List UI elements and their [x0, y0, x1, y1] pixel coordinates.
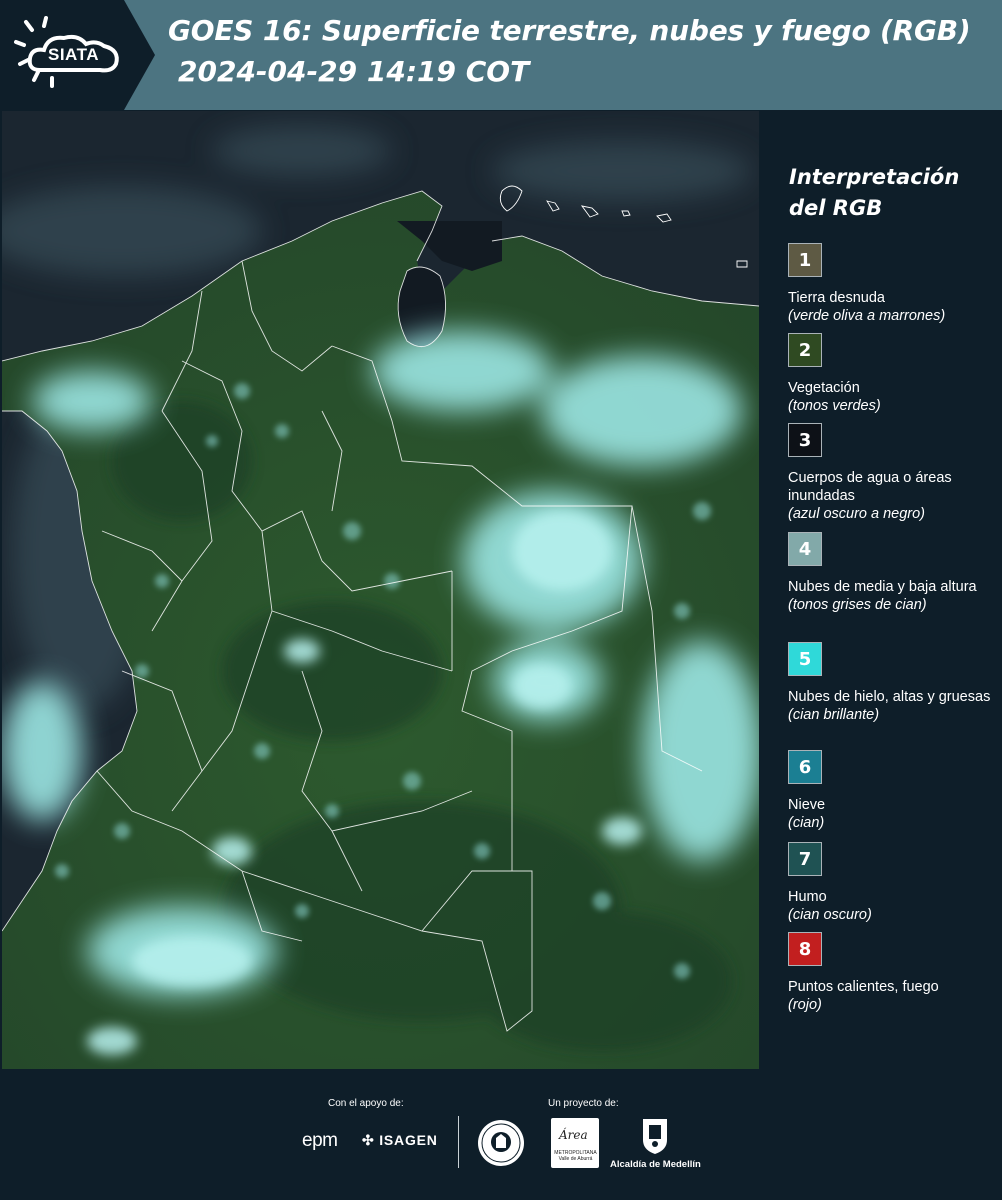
legend-note: (cian brillante) — [788, 707, 880, 723]
legend-label: Nubes de media y baja altura — [788, 579, 977, 595]
legend-swatch: 4 — [788, 532, 822, 566]
footer-sponsors: Con el apoyo de: Un proyecto de: epm ✣ I… — [0, 1070, 1002, 1200]
epm-logo[interactable]: epm — [302, 1130, 338, 1152]
footer-divider — [458, 1116, 459, 1168]
project-label: Un proyecto de: — [548, 1098, 619, 1109]
legend-title: Interpretación del RGB — [789, 165, 960, 220]
area-word: Área — [559, 1128, 588, 1142]
legend-item-3: 3 Cuerpos de agua o áreas inundadas (azu… — [788, 423, 998, 523]
support-label: Con el apoyo de: — [328, 1098, 404, 1109]
legend-item-6: 6 Nieve (cian) — [788, 750, 998, 832]
legend-item-5: 5 Nubes de hielo, altas y gruesas (cian … — [788, 642, 998, 724]
page-timestamp: 2024-04-29 14:19 COT — [178, 55, 530, 88]
satellite-map — [2, 111, 759, 1069]
rgb-legend: Interpretación del RGB 1 Tierra desnuda … — [775, 110, 1002, 1070]
alcaldia-text: Alcaldía de Medellín — [610, 1159, 701, 1170]
alcaldia-shield-icon[interactable] — [640, 1116, 670, 1156]
legend-note: (tonos grises de cian) — [788, 597, 927, 613]
legend-note: (rojo) — [788, 997, 822, 1013]
legend-note: (cian oscuro) — [788, 907, 872, 923]
isagen-text: ISAGEN — [379, 1132, 438, 1148]
legend-swatch: 1 — [788, 243, 822, 277]
legend-swatch: 6 — [788, 750, 822, 784]
legend-item-8: 8 Puntos calientes, fuego (rojo) — [788, 932, 998, 1014]
siata-logo[interactable]: SIATA — [0, 0, 155, 110]
legend-swatch: 5 — [788, 642, 822, 676]
area-sub: METROPOLITANA Valle de Aburrá — [554, 1150, 597, 1162]
header-bar: SIATA GOES 16: Superficie terrestre, nub… — [0, 0, 1002, 110]
satellite-map-image — [2, 111, 759, 1069]
isagen-icon: ✣ — [362, 1132, 375, 1148]
legend-item-2: 2 Vegetación (tonos verdes) — [788, 333, 998, 415]
isagen-logo[interactable]: ✣ ISAGEN — [362, 1132, 438, 1149]
legend-swatch: 2 — [788, 333, 822, 367]
legend-label: Vegetación — [788, 380, 860, 396]
legend-label: Nieve — [788, 797, 826, 813]
legend-label: Humo — [788, 889, 827, 905]
legend-note: (verde oliva a marrones) — [788, 308, 946, 324]
legend-label: Puntos calientes, fuego — [788, 979, 939, 995]
page-title: GOES 16: Superficie terrestre, nubes y f… — [168, 14, 971, 47]
legend-swatch: 8 — [788, 932, 822, 966]
university-seal-icon[interactable] — [476, 1118, 526, 1168]
logo-text: SIATA — [48, 45, 99, 64]
legend-swatch: 3 — [788, 423, 822, 457]
legend-note: (azul oscuro a negro) — [788, 506, 926, 522]
legend-note: (cian) — [788, 815, 825, 831]
legend-note: (tonos verdes) — [788, 398, 881, 414]
legend-swatch: 7 — [788, 842, 822, 876]
legend-item-4: 4 Nubes de media y baja altura (tonos gr… — [788, 532, 998, 614]
area-metropolitana-logo[interactable]: Área METROPOLITANA Valle de Aburrá — [551, 1118, 599, 1168]
legend-label: Nubes de hielo, altas y gruesas — [788, 689, 991, 705]
legend-item-1: 1 Tierra desnuda (verde oliva a marrones… — [788, 243, 998, 325]
legend-label: Cuerpos de agua o áreas inundadas — [788, 470, 952, 504]
legend-label: Tierra desnuda — [788, 290, 885, 306]
legend-item-7: 7 Humo (cian oscuro) — [788, 842, 998, 924]
